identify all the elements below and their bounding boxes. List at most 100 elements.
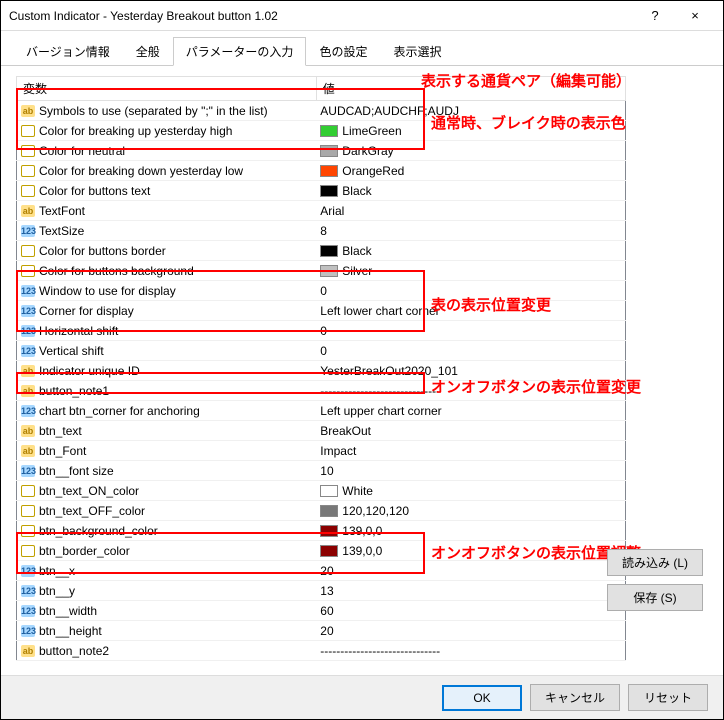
param-name-label: btn_background_color	[39, 524, 158, 538]
param-name-cell[interactable]: 123btn__font size	[17, 461, 317, 481]
param-value-cell[interactable]: 20	[316, 561, 625, 581]
param-value-cell[interactable]: 120,120,120	[316, 501, 625, 521]
param-value-cell[interactable]: White	[316, 481, 625, 501]
param-name-cell[interactable]: 123 btn__width	[17, 601, 317, 621]
table-row[interactable]: Color for buttons borderBlack	[17, 241, 626, 261]
param-name-cell[interactable]: 123TextSize	[17, 221, 317, 241]
table-row[interactable]: 123btn__x20	[17, 561, 626, 581]
ok-button[interactable]: OK	[442, 685, 522, 711]
param-name-cell[interactable]: 123btn__y	[17, 581, 317, 601]
table-row[interactable]: abTextFontArial	[17, 201, 626, 221]
param-name-cell[interactable]: btn_background_color	[17, 521, 317, 541]
param-name-cell[interactable]: abbtn_text	[17, 421, 317, 441]
table-row[interactable]: btn_text_OFF_color 120,120,120	[17, 501, 626, 521]
param-name-cell[interactable]: 123chart btn_corner for anchoring	[17, 401, 317, 421]
param-value-cell[interactable]: Arial	[316, 201, 625, 221]
table-row[interactable]: 123chart btn_corner for anchoringLeft up…	[17, 401, 626, 421]
annotation-1: 通常時、ブレイク時の表示色	[431, 112, 626, 133]
param-value-cell[interactable]: BreakOut	[316, 421, 625, 441]
param-name-cell[interactable]: btn_text_OFF_color	[17, 501, 317, 521]
param-name-cell[interactable]: 123btn__height	[17, 621, 317, 641]
cancel-button[interactable]: キャンセル	[530, 684, 620, 711]
param-name-cell[interactable]: btn_border_color	[17, 541, 317, 561]
param-value-cell[interactable]: Silver	[316, 261, 625, 281]
tab-4[interactable]: 表示選択	[380, 37, 454, 66]
param-name-cell[interactable]: Color for breaking down yesterday low	[17, 161, 317, 181]
column-header-name[interactable]: 変数	[17, 77, 317, 101]
param-name-cell[interactable]: Color for neutral	[17, 141, 317, 161]
parameter-table: 変数 値 abSymbols to use (separated by ";" …	[16, 76, 626, 661]
table-row[interactable]: btn_text_ON_colorWhite	[17, 481, 626, 501]
param-value-cell[interactable]: Black	[316, 241, 625, 261]
table-row[interactable]: Color for neutralDarkGray	[17, 141, 626, 161]
table-row[interactable]: Color for buttons backgroundSilver	[17, 261, 626, 281]
col-type-icon	[21, 525, 35, 537]
load-button[interactable]: 読み込み (L)	[607, 549, 703, 576]
table-row[interactable]: btn_background_color 139,0,0	[17, 521, 626, 541]
param-value-label: ------------------------------	[320, 644, 440, 658]
table-row[interactable]: 123 btn__width 60	[17, 601, 626, 621]
table-row[interactable]: 123btn__height20	[17, 621, 626, 641]
reset-button[interactable]: リセット	[628, 684, 708, 711]
param-name-cell[interactable]: Color for buttons border	[17, 241, 317, 261]
tab-1[interactable]: 全般	[123, 37, 173, 66]
param-value-cell[interactable]: DarkGray	[316, 141, 625, 161]
table-row[interactable]: abbtn_FontImpact	[17, 441, 626, 461]
param-name-cell[interactable]: abbtn_Font	[17, 441, 317, 461]
param-name-cell[interactable]: abSymbols to use (separated by ";" in th…	[17, 101, 317, 121]
save-button[interactable]: 保存 (S)	[607, 584, 703, 611]
param-name-cell[interactable]: 123Window to use for display	[17, 281, 317, 301]
param-value-label: 0	[320, 344, 327, 358]
param-name-label: Symbols to use (separated by ";" in the …	[39, 104, 268, 118]
param-value-label: 8	[320, 224, 327, 238]
col-type-icon	[21, 145, 35, 157]
str-type-icon: ab	[21, 425, 35, 437]
param-value-cell[interactable]: Impact	[316, 441, 625, 461]
param-value-cell[interactable]: 139,0,0	[316, 521, 625, 541]
param-name-cell[interactable]: Color for breaking up yesterday high	[17, 121, 317, 141]
param-value-cell[interactable]: OrangeRed	[316, 161, 625, 181]
num-type-icon: 123	[21, 605, 35, 617]
param-name-cell[interactable]: abbutton_note2	[17, 641, 317, 661]
param-name-cell[interactable]: 123btn__x	[17, 561, 317, 581]
table-row[interactable]: 123Vertical shift0	[17, 341, 626, 361]
col-type-icon	[21, 545, 35, 557]
tab-3[interactable]: 色の設定	[306, 37, 380, 66]
param-value-cell[interactable]: 0	[316, 341, 625, 361]
param-name-cell[interactable]: abbutton_note1	[17, 381, 317, 401]
param-name-cell[interactable]: btn_text_ON_color	[17, 481, 317, 501]
param-name-cell[interactable]: 123Vertical shift	[17, 341, 317, 361]
param-value-cell[interactable]: 60	[316, 601, 625, 621]
param-value-cell[interactable]: 0	[316, 321, 625, 341]
param-value-label: 0	[320, 284, 327, 298]
table-row[interactable]: abbtn_textBreakOut	[17, 421, 626, 441]
color-swatch	[320, 265, 338, 277]
close-icon[interactable]: ×	[675, 2, 715, 30]
table-row[interactable]: Color for buttons textBlack	[17, 181, 626, 201]
param-value-cell[interactable]: 13	[316, 581, 625, 601]
table-row[interactable]: 123btn__y13	[17, 581, 626, 601]
param-name-cell[interactable]: abIndicator unique ID	[17, 361, 317, 381]
param-value-cell[interactable]: 8	[316, 221, 625, 241]
param-value-cell[interactable]: Black	[316, 181, 625, 201]
param-value-cell[interactable]: ------------------------------	[316, 641, 625, 661]
table-row[interactable]: 123btn__font size10	[17, 461, 626, 481]
param-name-cell[interactable]: Color for buttons background	[17, 261, 317, 281]
table-row[interactable]: 123Horizontal shift0	[17, 321, 626, 341]
param-name-cell[interactable]: Color for buttons text	[17, 181, 317, 201]
table-row[interactable]: abbutton_note2--------------------------…	[17, 641, 626, 661]
param-name-label: btn__width	[39, 604, 97, 618]
param-name-cell[interactable]: 123Corner for display	[17, 301, 317, 321]
param-value-cell[interactable]: Left upper chart corner	[316, 401, 625, 421]
param-value-cell[interactable]: 20	[316, 621, 625, 641]
str-type-icon: ab	[21, 445, 35, 457]
tab-2[interactable]: パラメーターの入力	[173, 37, 307, 66]
param-value-cell[interactable]: 10	[316, 461, 625, 481]
tab-0[interactable]: バージョン情報	[13, 37, 123, 66]
param-name-cell[interactable]: 123Horizontal shift	[17, 321, 317, 341]
param-name-label: btn_text_OFF_color	[39, 504, 145, 518]
table-row[interactable]: Color for breaking down yesterday lowOra…	[17, 161, 626, 181]
param-name-cell[interactable]: abTextFont	[17, 201, 317, 221]
table-row[interactable]: 123TextSize8	[17, 221, 626, 241]
help-icon[interactable]: ?	[635, 2, 675, 30]
